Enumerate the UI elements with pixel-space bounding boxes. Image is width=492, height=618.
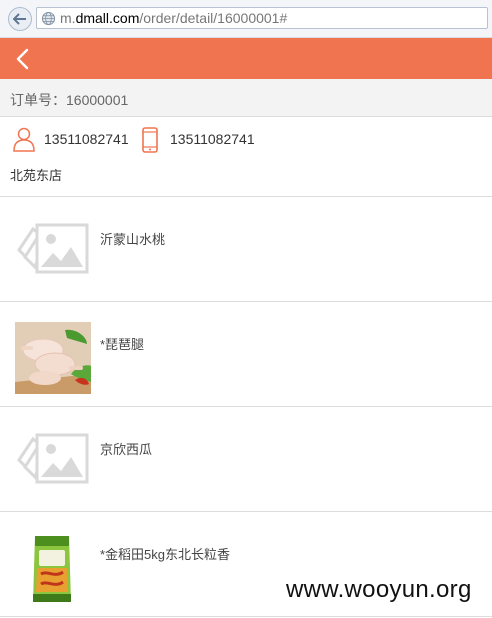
url-field[interactable]: m.dmall.com/order/detail/16000001# [36,7,488,29]
browser-address-bar: m.dmall.com/order/detail/16000001# [0,0,492,38]
order-number: 订单号：16000001 [10,92,129,108]
person-icon [13,127,35,152]
chicken-drumstick-photo [15,322,91,394]
chevron-left-icon[interactable] [12,46,34,72]
image-placeholder-icon [17,433,89,484]
watermark: www.wooyun.org [286,576,472,603]
image-placeholder-icon [17,223,89,274]
rice-bag-photo [15,532,91,604]
store-name: 北苑东店 [10,168,63,183]
url-prefix: m. [60,10,76,26]
item-name: 沂蒙山水桃 [100,232,166,247]
order-number-row: 订单号：16000001 [0,79,492,117]
list-item[interactable]: *琵琶腿 [0,302,492,407]
item-name: 京欣西瓜 [100,442,153,457]
list-item[interactable]: 沂蒙山水桃 [0,197,492,302]
item-name: *琵琶腿 [100,337,145,352]
browser-back-button[interactable] [8,7,32,31]
globe-icon [41,11,56,26]
mobile-phone-icon [142,127,158,153]
url-text: m.dmall.com/order/detail/16000001# [60,11,287,26]
list-item[interactable]: 京欣西瓜 [0,407,492,512]
contact-mobile: 13511082741 [170,131,255,147]
app-header [0,38,492,79]
url-path: /order/detail/16000001# [139,10,288,26]
arrow-left-icon [13,13,26,25]
contact-phone: 13511082741 [44,131,129,147]
item-name: *金稻田5kg东北长粒香 [100,547,231,562]
contact-info: 13511082741 13511082741 北苑东店 [0,117,492,197]
url-domain: dmall.com [75,10,140,26]
